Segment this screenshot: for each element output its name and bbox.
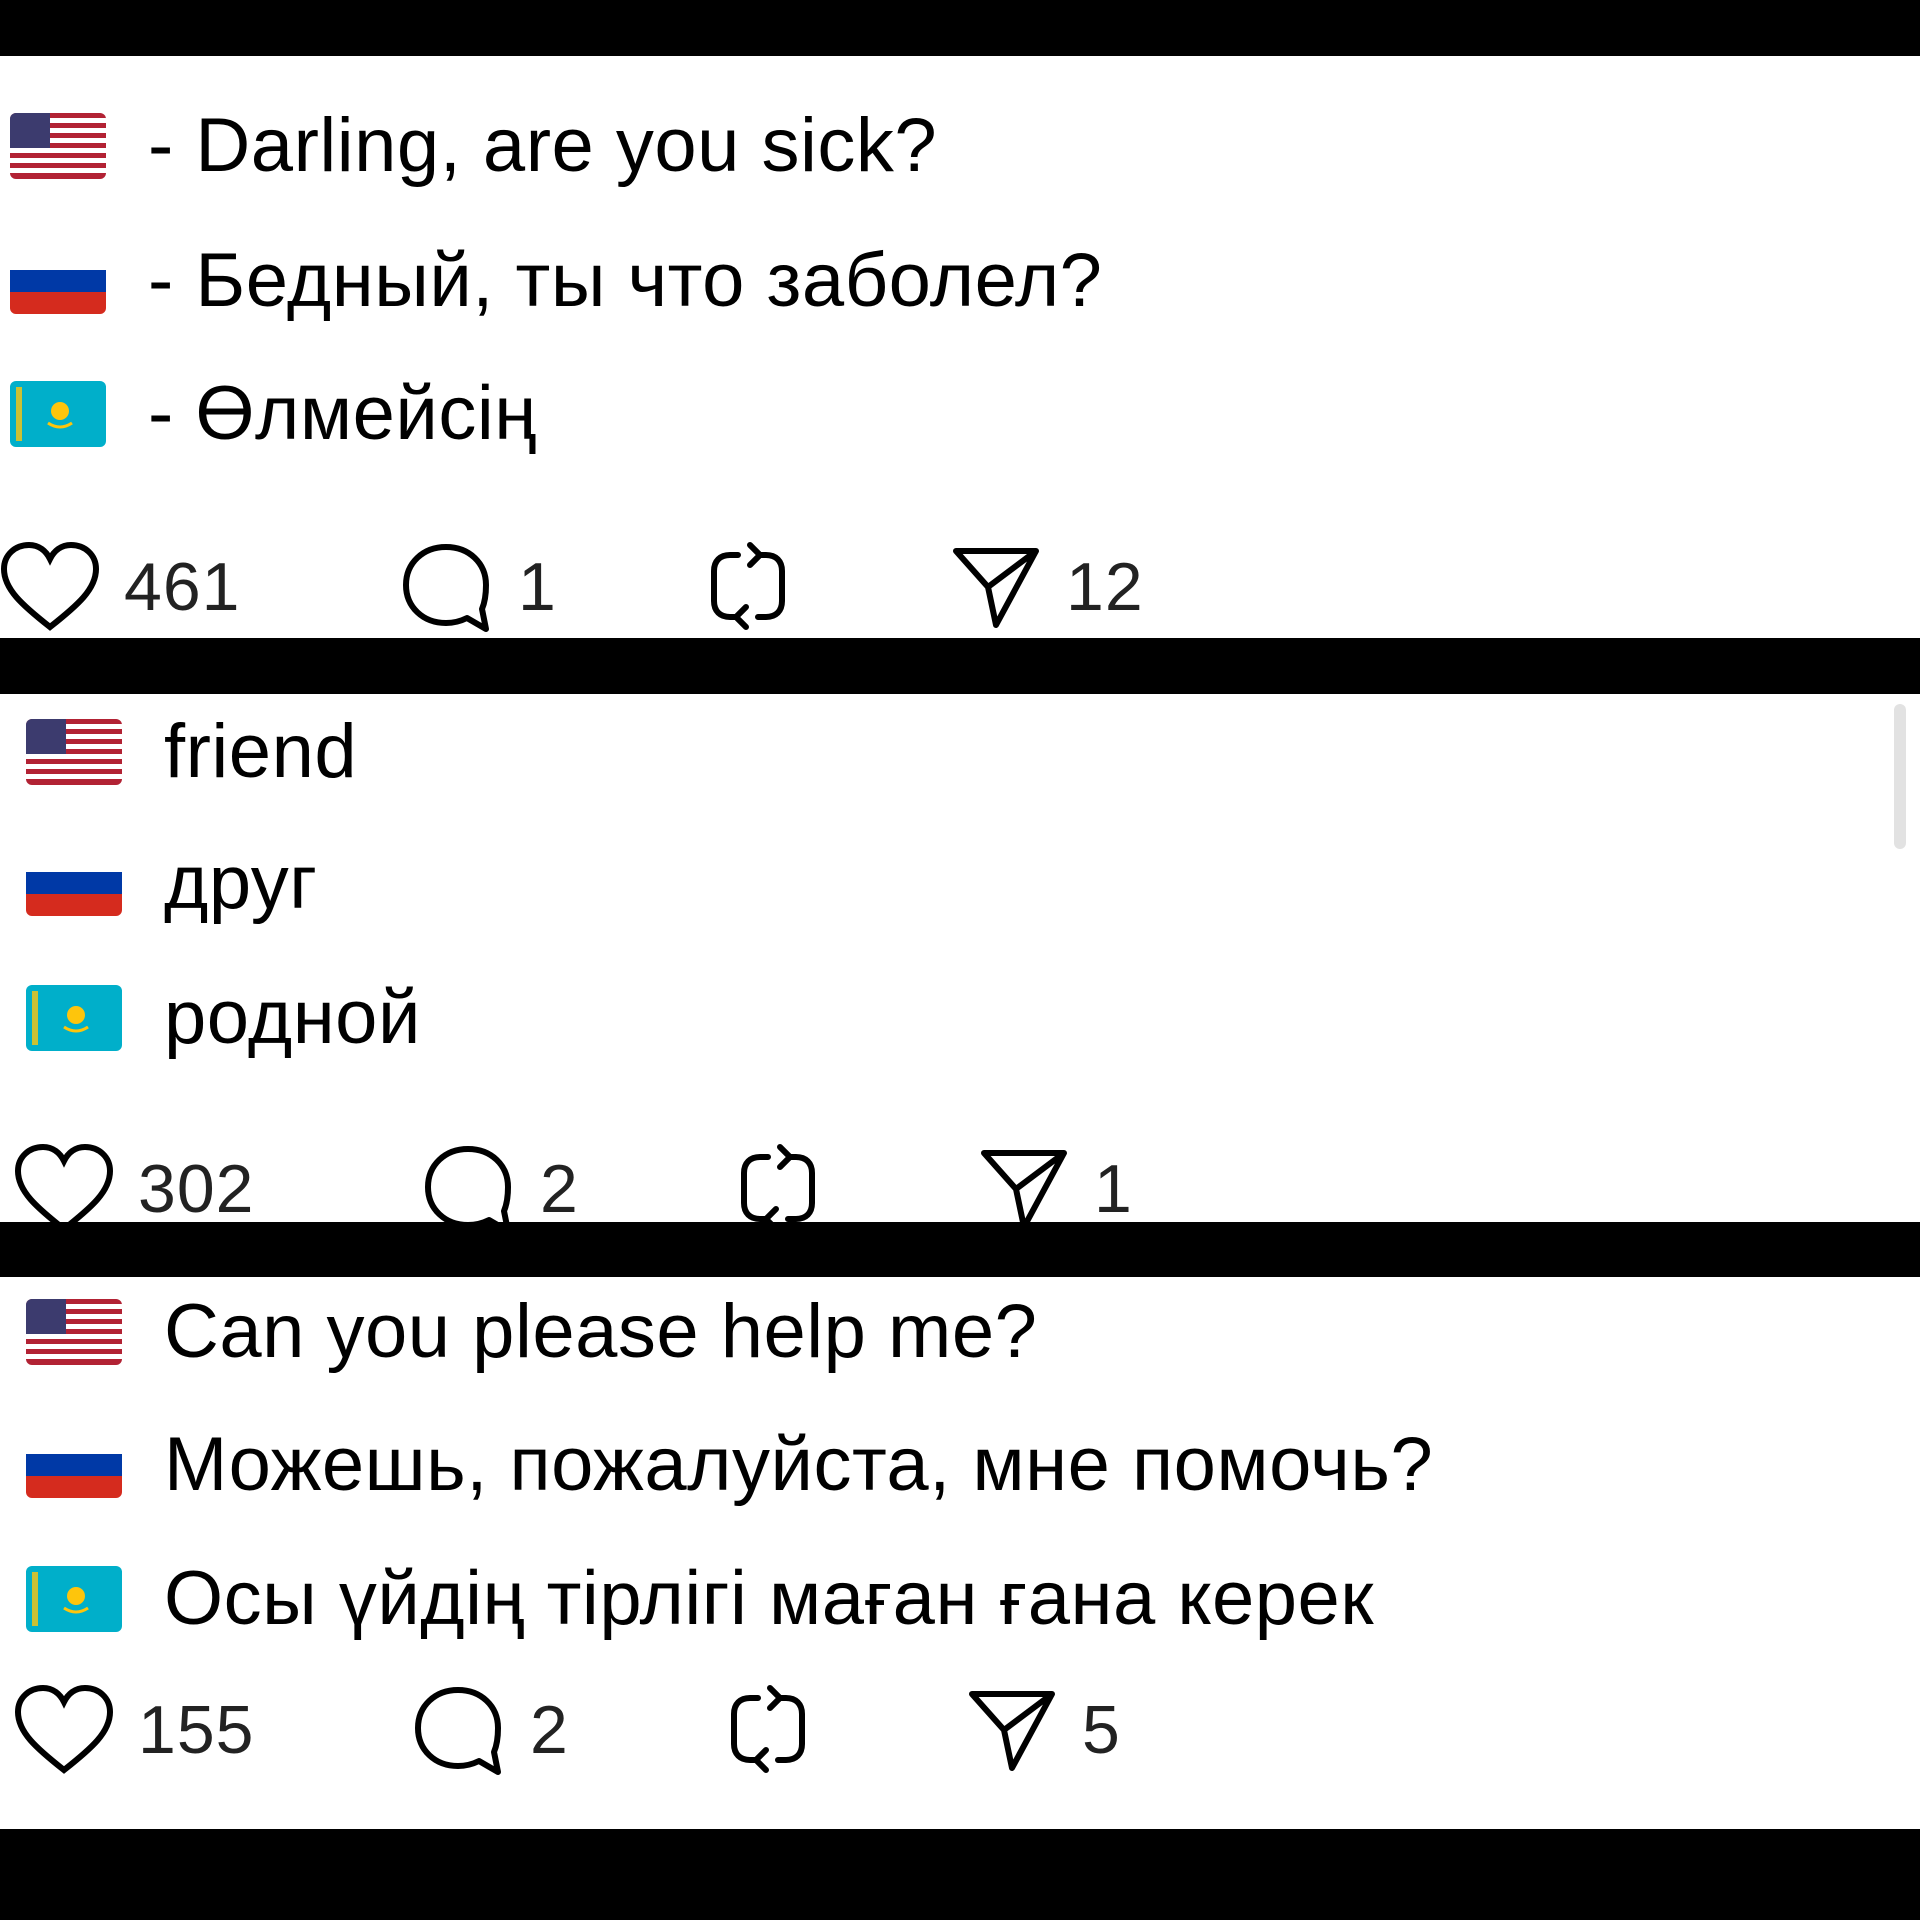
- comment-button[interactable]: 2: [410, 1675, 569, 1785]
- post-text-russian: друг: [164, 840, 318, 925]
- post-text-kazakh: Осы үйдің тірлігі маған ғана керек: [164, 1556, 1375, 1641]
- share-count: 12: [1066, 549, 1144, 625]
- us-flag-icon: [26, 719, 122, 785]
- us-flag-icon: [10, 113, 106, 179]
- post-1-line-ru: - Бедный, ты что заболел?: [10, 226, 1102, 336]
- post-2-actions: 302 2 1: [0, 1134, 1920, 1222]
- comment-bubble-icon: [415, 1687, 501, 1775]
- scroll-indicator[interactable]: [1894, 704, 1906, 849]
- share-button[interactable]: 12: [950, 532, 1144, 638]
- repost-button[interactable]: [720, 1675, 816, 1785]
- post-text-russian: - Бедный, ты что заболел?: [148, 238, 1103, 323]
- comment-count: 1: [518, 549, 557, 625]
- heart-icon: [14, 1143, 114, 1222]
- share-count: 1: [1094, 1151, 1133, 1222]
- post-text-russian: Можешь, пожалуйста, мне помочь?: [164, 1422, 1434, 1507]
- post-2-line-us: friend: [26, 697, 357, 807]
- share-button[interactable]: 5: [966, 1675, 1121, 1785]
- post-2-line-ru: друг: [26, 828, 317, 938]
- post-2: friend друг родной 302 2 1: [0, 694, 1920, 1222]
- send-icon: [981, 1150, 1067, 1222]
- comment-count: 2: [530, 1692, 569, 1768]
- post-3-line-us: Can you please help me?: [26, 1277, 1037, 1387]
- share-button[interactable]: 1: [978, 1134, 1133, 1222]
- repost-icon: [731, 1685, 805, 1773]
- us-flag-icon: [26, 1299, 122, 1365]
- heart-icon: [14, 1684, 114, 1774]
- post-3-line-ru: Можешь, пожалуйста, мне помочь?: [26, 1410, 1433, 1520]
- ru-flag-icon: [26, 850, 122, 916]
- send-icon: [969, 1691, 1055, 1771]
- repost-icon: [711, 542, 785, 630]
- repost-button[interactable]: [730, 1134, 826, 1222]
- like-count: 461: [124, 549, 241, 625]
- post-text-kazakh: родной: [164, 975, 421, 1060]
- post-text-kazakh: - Өлмейсің: [148, 371, 537, 456]
- like-button[interactable]: 461: [0, 532, 240, 638]
- like-button[interactable]: 302: [14, 1134, 254, 1222]
- post-text-english: Can you please help me?: [164, 1289, 1038, 1374]
- kz-flag-icon: [26, 985, 122, 1051]
- like-count: 302: [138, 1151, 255, 1222]
- like-button[interactable]: 155: [14, 1675, 254, 1785]
- send-icon: [953, 548, 1039, 628]
- comment-bubble-icon: [425, 1146, 511, 1222]
- kz-flag-icon: [26, 1566, 122, 1632]
- post-2-line-kz: родной: [26, 963, 421, 1073]
- post-text-english: - Darling, are you sick?: [148, 103, 938, 188]
- post-1-line-kz: - Өлмейсің: [10, 359, 537, 469]
- ru-flag-icon: [26, 1432, 122, 1498]
- post-1: - Darling, are you sick? - Бедный, ты чт…: [0, 56, 1920, 638]
- repost-button[interactable]: [700, 532, 796, 638]
- comment-button[interactable]: 2: [420, 1134, 579, 1222]
- comment-button[interactable]: 1: [398, 532, 557, 638]
- post-3: Can you please help me? Можешь, пожалуйс…: [0, 1277, 1920, 1829]
- heart-icon: [0, 541, 100, 631]
- kz-flag-icon: [10, 381, 106, 447]
- share-count: 5: [1082, 1692, 1121, 1768]
- post-3-actions: 155 2 5: [0, 1675, 1920, 1785]
- comment-bubble-icon: [403, 544, 489, 632]
- post-3-line-kz: Осы үйдің тірлігі маған ғана керек: [26, 1544, 1374, 1654]
- repost-icon: [741, 1144, 815, 1222]
- post-1-line-us: - Darling, are you sick?: [10, 91, 937, 201]
- comment-count: 2: [540, 1151, 579, 1222]
- post-text-english: friend: [164, 709, 358, 794]
- ru-flag-icon: [10, 248, 106, 314]
- post-1-actions: 461 1 12: [0, 532, 1920, 638]
- like-count: 155: [138, 1692, 255, 1768]
